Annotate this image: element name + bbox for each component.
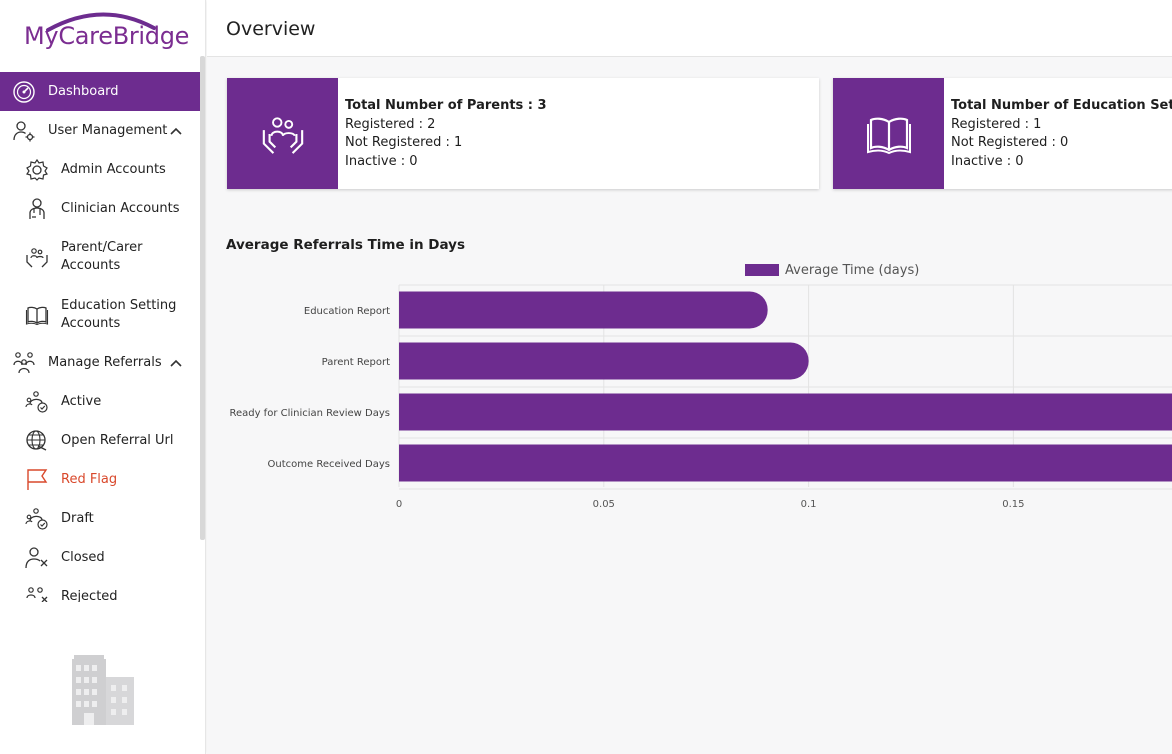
- card-inactive: Inactive : 0: [951, 153, 1024, 169]
- y-category-label: Parent Report: [322, 357, 390, 368]
- page-title: Overview: [226, 18, 316, 40]
- card-text: Total Number of Parents : 3 Registered :…: [345, 97, 547, 171]
- card-title: Total Number of Education Setting: [951, 98, 1172, 113]
- sidebar-item-education-setting-accounts[interactable]: Education Setting Accounts: [0, 286, 201, 344]
- parent-hands-icon: [262, 116, 303, 154]
- sidebar-item-label: User Management: [48, 122, 168, 138]
- clinician-icon: [25, 197, 49, 221]
- education-setting-summary-card[interactable]: Total Number of Education Setting Regist…: [833, 78, 1172, 189]
- sidebar-item-label: Dashboard: [48, 83, 119, 99]
- card-icon-box: [227, 78, 338, 189]
- sidebar-item-rejected[interactable]: Rejected: [0, 577, 201, 602]
- referrals-icon: [12, 351, 36, 375]
- sidebar-item-label: Open Referral Url: [61, 432, 174, 448]
- sidebar-item-label: Clinician Accounts: [61, 200, 180, 216]
- parent-hands-icon: [25, 245, 49, 269]
- globe-link-icon: [25, 429, 49, 453]
- sidebar-item-label: Rejected: [61, 588, 118, 603]
- x-tick-label: 0: [396, 499, 402, 510]
- sidebar-item-open-referral-url[interactable]: Open Referral Url: [0, 421, 201, 460]
- bar[interactable]: [399, 393, 1172, 431]
- brand-name: MyCareBridge: [24, 22, 190, 50]
- bar-base: [399, 291, 419, 329]
- sidebar-item-active[interactable]: Active: [0, 382, 201, 421]
- bar-base: [399, 342, 419, 380]
- closed-user-icon: [25, 546, 49, 570]
- book-icon: [866, 117, 911, 154]
- sidebar-item-dashboard[interactable]: Dashboard: [0, 72, 201, 111]
- card-title: Total Number of Parents : 3: [345, 98, 547, 113]
- sidebar-item-closed[interactable]: Closed: [0, 538, 201, 577]
- sidebar: MyCareBridge Dashboard User Management A…: [0, 0, 206, 754]
- y-category-label: Outcome Received Days: [268, 459, 390, 470]
- top-header: Overview: [207, 0, 1172, 57]
- draft-referral-icon: [25, 507, 49, 531]
- flag-icon: [25, 468, 49, 492]
- building-icon: [72, 655, 134, 725]
- chart-title: Average Referrals Time in Days: [226, 237, 466, 253]
- active-referral-icon: [25, 390, 49, 414]
- sidebar-item-parent-carer-accounts[interactable]: Parent/Carer Accounts: [0, 228, 201, 286]
- dashboard-gauge-icon: [12, 80, 36, 104]
- card-not-registered: Not Registered : 1: [345, 135, 463, 150]
- chevron-up-icon[interactable]: [170, 126, 182, 136]
- card-registered: Registered : 1: [951, 116, 1042, 132]
- brand-logo[interactable]: MyCareBridge: [22, 8, 189, 56]
- sidebar-item-label: Education Setting Accounts: [61, 298, 177, 331]
- bar[interactable]: [399, 291, 768, 329]
- x-tick-label: 0.05: [593, 499, 615, 510]
- card-icon-box: [833, 78, 944, 189]
- card-text: Total Number of Education Setting Regist…: [951, 97, 1172, 171]
- card-inactive: Inactive : 0: [345, 153, 418, 169]
- sidebar-item-label: Closed: [61, 549, 105, 565]
- bar-base: [399, 444, 419, 482]
- sidebar-item-label: Red Flag: [61, 471, 118, 487]
- sidebar-item-admin-accounts[interactable]: Admin Accounts: [0, 150, 201, 189]
- main-content: Total Number of Parents : 3 Registered :…: [207, 57, 1172, 754]
- sidebar-item-red-flag[interactable]: Red Flag: [0, 460, 201, 499]
- sidebar-item-label: Active: [61, 393, 102, 409]
- sidebar-item-label: Draft: [61, 510, 94, 526]
- rejected-icon: [25, 585, 49, 603]
- legend-label: Average Time (days): [785, 263, 919, 278]
- sidebar-item-label: Admin Accounts: [61, 161, 166, 177]
- bar-base: [399, 393, 419, 431]
- y-category-label: Education Report: [304, 306, 390, 317]
- sidebar-item-label: Manage Referrals: [48, 354, 162, 370]
- chevron-up-icon[interactable]: [170, 358, 182, 368]
- y-category-label: Ready for Clinician Review Days: [229, 408, 390, 419]
- bar[interactable]: [399, 444, 1172, 482]
- x-tick-label: 0.15: [1002, 499, 1024, 510]
- x-tick-label: 0.1: [801, 499, 817, 510]
- sidebar-menu: Dashboard User Management Admin Accounts…: [0, 72, 201, 602]
- legend-swatch: [745, 264, 779, 276]
- sidebar-item-label: Parent/Carer Accounts: [61, 240, 143, 273]
- sidebar-scrollbar[interactable]: [200, 56, 205, 540]
- parents-summary-card[interactable]: Total Number of Parents : 3 Registered :…: [227, 78, 819, 189]
- card-not-registered: Not Registered : 0: [951, 135, 1069, 150]
- sidebar-item-clinician-accounts[interactable]: Clinician Accounts: [0, 189, 201, 228]
- sidebar-item-user-management[interactable]: User Management: [0, 111, 201, 150]
- admin-gear-icon: [25, 158, 49, 182]
- sidebar-item-draft[interactable]: Draft: [0, 499, 201, 538]
- average-referral-time-chart: Education Report Parent Report Ready for C…: [229, 263, 1172, 510]
- card-registered: Registered : 2: [345, 116, 436, 132]
- user-settings-icon: [12, 119, 36, 143]
- sidebar-item-manage-referrals[interactable]: Manage Referrals: [0, 344, 201, 381]
- bar[interactable]: [399, 342, 809, 380]
- book-icon: [25, 303, 49, 327]
